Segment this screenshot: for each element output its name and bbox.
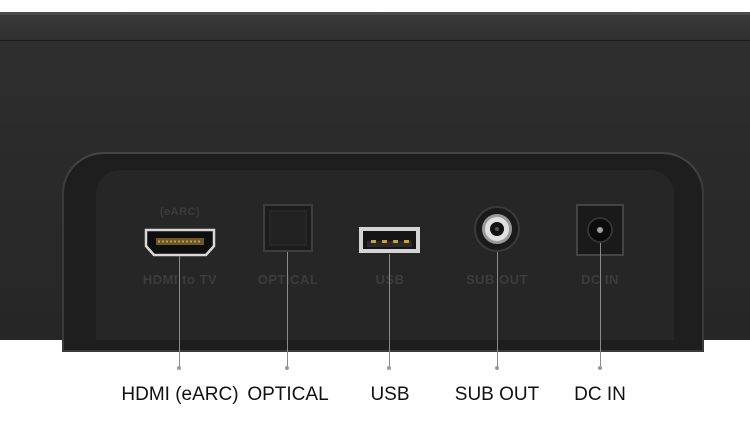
ports-graphic bbox=[144, 204, 624, 257]
dc-in-leader-line bbox=[600, 243, 601, 368]
usb-marking: USB bbox=[360, 272, 420, 287]
callout-dc-in: DC IN bbox=[574, 384, 626, 405]
hdmi-port bbox=[144, 228, 216, 257]
hdmi-leader-line bbox=[179, 256, 180, 368]
hdmi-to-tv-marking: HDMI to TV bbox=[142, 272, 218, 287]
sub-out-jack bbox=[474, 206, 520, 252]
usb-port bbox=[359, 227, 420, 253]
sub-out-leader-line bbox=[497, 252, 498, 368]
usb-leader-line bbox=[389, 254, 390, 368]
soundbar-rear-photo: (eARC) HDMI to TV OPTICAL USB SUB OUT DC… bbox=[0, 0, 750, 430]
sub-out-leader-dot bbox=[495, 366, 499, 370]
optical-leader-dot bbox=[285, 366, 289, 370]
earc-marking: (eARC) bbox=[159, 206, 201, 218]
callout-sub-out: SUB OUT bbox=[454, 384, 540, 405]
callout-usb: USB bbox=[370, 384, 410, 405]
optical-leader-line bbox=[287, 252, 288, 368]
hdmi-leader-dot bbox=[177, 366, 181, 370]
optical-marking: OPTICAL bbox=[257, 272, 319, 287]
callout-optical: OPTICAL bbox=[247, 384, 329, 405]
usb-leader-dot bbox=[387, 366, 391, 370]
dc-in-leader-dot bbox=[598, 366, 602, 370]
callout-hdmi-earc: HDMI (eARC) bbox=[121, 384, 239, 405]
optical-port bbox=[263, 204, 313, 252]
